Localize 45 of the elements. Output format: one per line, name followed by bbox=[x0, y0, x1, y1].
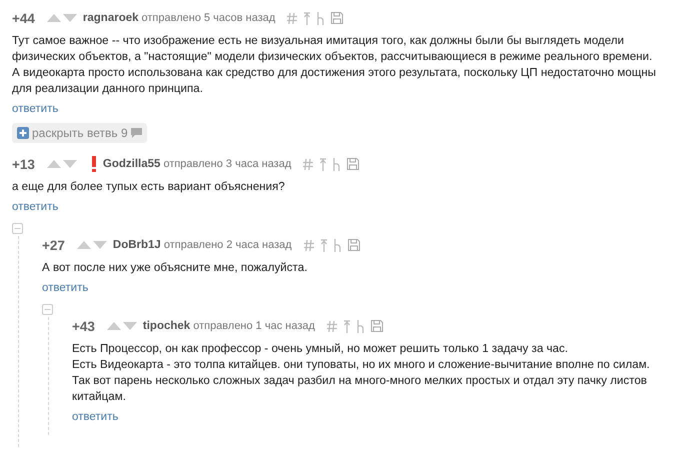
comment-text: Тут самое важное -- что изображение есть не визуальная имитация того, как должны были бы выглядеть модели физических объектов, а "настоящие" модели физических объектов, рассчитывающиеся в режиме реального времени. А видеокарта просто использована как средство для достижения этого результата, поскольку ЦП недостаточно мощны для реализации данного принципа. bbox=[12, 33, 657, 97]
comment-rating: +43 bbox=[72, 318, 95, 334]
comment-icon bbox=[130, 128, 142, 138]
expand-thread-button[interactable]: раскрыть ветвь 9 bbox=[12, 123, 147, 143]
arrow-up-icon[interactable] bbox=[319, 158, 328, 170]
comment-rating: +44 bbox=[12, 10, 35, 26]
reply-link[interactable]: ответить bbox=[42, 282, 88, 294]
arrow-up-icon[interactable] bbox=[342, 320, 351, 332]
hash-icon[interactable] bbox=[287, 12, 298, 24]
author-name[interactable]: Godzilla55 bbox=[102, 158, 160, 170]
comment-text: Есть Процессор, он как профессор - очень умный, но может решить только 1 задачу за час. Есть Видеокарта - это толпа китайцев. они туповаты, но их много и сложение-вычитание вполне по силам. Так вот парень несколько сложных задач разбил на много-много мелких простых и отдал эту пачку листов китайцам. bbox=[72, 341, 651, 405]
save-icon[interactable] bbox=[348, 239, 360, 251]
plus-icon bbox=[17, 127, 29, 139]
collapse-icon[interactable] bbox=[42, 304, 53, 315]
save-icon[interactable] bbox=[331, 12, 344, 24]
author-name[interactable]: DoBrb1J bbox=[112, 239, 161, 251]
comment-text: а еще для более тупых есть вариант объяснения? bbox=[12, 179, 286, 195]
vote-arrows-icon[interactable] bbox=[46, 14, 77, 22]
post-time: отправлено 5 часов назад bbox=[142, 12, 276, 24]
arrow-up-icon[interactable] bbox=[320, 238, 328, 252]
branch-icon[interactable] bbox=[356, 320, 365, 332]
comment-rating: +13 bbox=[12, 156, 35, 172]
hash-icon[interactable] bbox=[326, 320, 337, 332]
post-time: отправлено 2 часа назад bbox=[164, 239, 292, 251]
reply-link[interactable]: ответить bbox=[72, 411, 118, 423]
save-icon[interactable] bbox=[347, 158, 360, 170]
arrow-up-icon[interactable] bbox=[303, 12, 312, 24]
vote-arrows-icon[interactable] bbox=[76, 241, 107, 249]
hash-icon[interactable] bbox=[304, 240, 314, 250]
post-time: отправлено 1 час назад bbox=[193, 320, 315, 332]
author-name[interactable]: tipochek bbox=[142, 320, 190, 332]
branch-icon[interactable] bbox=[317, 12, 326, 24]
collapse-icon[interactable] bbox=[12, 223, 23, 234]
reply-link[interactable]: ответить bbox=[12, 103, 58, 115]
reply-link[interactable]: ответить bbox=[12, 201, 58, 213]
vote-arrows-icon[interactable] bbox=[46, 160, 77, 168]
comment-text: А вот после них уже объясните мне, пожалуйста. bbox=[42, 260, 308, 276]
hash-icon[interactable] bbox=[303, 158, 314, 170]
branch-icon[interactable] bbox=[333, 158, 342, 170]
post-time: отправлено 3 часа назад bbox=[163, 158, 292, 170]
vote-arrows-icon[interactable] bbox=[106, 322, 137, 330]
comment-rating: +27 bbox=[42, 238, 65, 252]
branch-icon[interactable] bbox=[334, 238, 342, 252]
save-icon[interactable] bbox=[370, 320, 383, 332]
author-name[interactable]: ragnaroek bbox=[82, 12, 139, 24]
